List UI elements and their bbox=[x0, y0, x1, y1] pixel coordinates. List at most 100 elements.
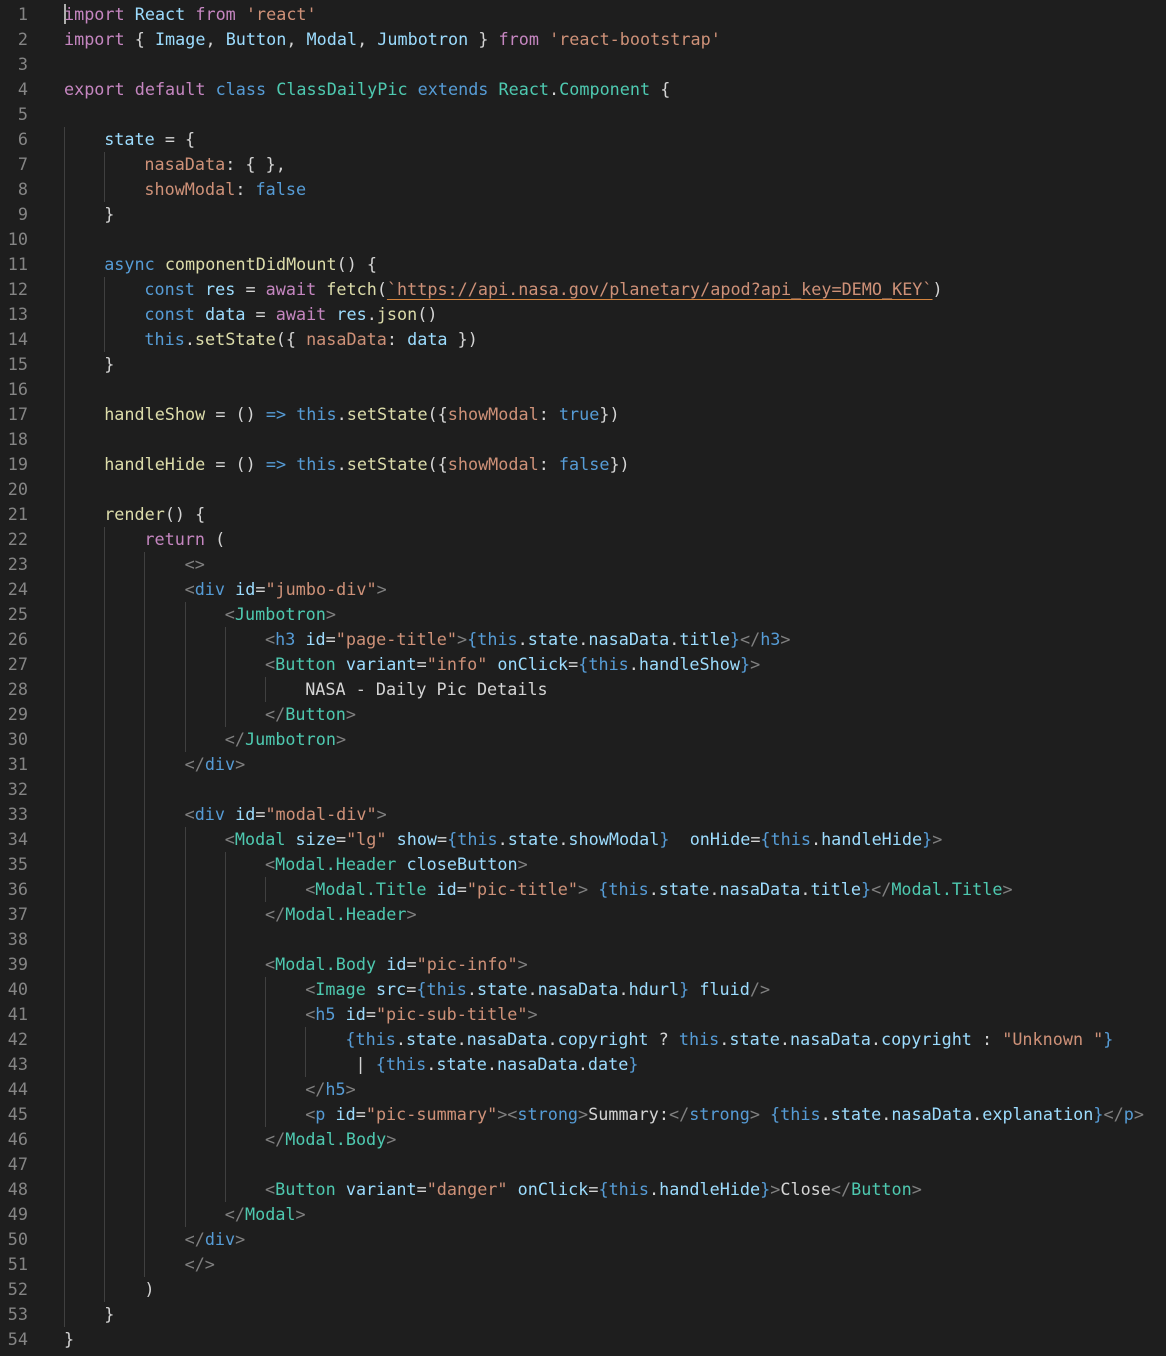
code-token: id bbox=[436, 879, 457, 899]
code-token: size bbox=[295, 829, 336, 849]
code-token: nasaData bbox=[891, 1104, 973, 1124]
code-line[interactable]: 41 <h5 id="pic-sub-title"> bbox=[0, 1002, 1166, 1027]
line-number: 26 bbox=[7, 629, 28, 649]
code-line[interactable]: 45 <p id="pic-summary"><strong>Summary:</… bbox=[0, 1102, 1166, 1127]
code-line[interactable]: 18 bbox=[0, 427, 1166, 452]
code-line[interactable]: 9} bbox=[0, 202, 1166, 227]
code-line[interactable]: 32 bbox=[0, 777, 1166, 802]
code-token: showModal bbox=[447, 404, 539, 424]
code-text: <Jumbotron> bbox=[225, 602, 336, 627]
code-line[interactable]: 38 bbox=[0, 927, 1166, 952]
code-line[interactable]: 22 return ( bbox=[0, 527, 1166, 552]
code-line[interactable]: 24 <div id="jumbo-div"> bbox=[0, 577, 1166, 602]
code-line[interactable]: 1 import React from 'react' bbox=[0, 2, 1166, 27]
code-line[interactable]: 6 state = { bbox=[0, 127, 1166, 152]
code-token: state bbox=[830, 1104, 882, 1124]
code-line[interactable]: 23 <> bbox=[0, 552, 1166, 577]
code-line[interactable]: 29 </Button> bbox=[0, 702, 1166, 727]
code-line[interactable]: 10 bbox=[0, 227, 1166, 252]
code-line[interactable]: 5 bbox=[0, 102, 1166, 127]
code-line[interactable]: 54} bbox=[0, 1327, 1166, 1352]
code-line[interactable]: 48 <Button variant="danger" onClick={this… bbox=[0, 1177, 1166, 1202]
code-token: await bbox=[275, 304, 327, 324]
code-line[interactable]: 15} bbox=[0, 352, 1166, 377]
code-token: this bbox=[588, 654, 629, 674]
code-line[interactable]: 35 <Modal.Header closeButton> bbox=[0, 852, 1166, 877]
code-token: = bbox=[325, 629, 336, 649]
code-line[interactable]: 4 export default class ClassDailyPic exte… bbox=[0, 77, 1166, 102]
code-token: . bbox=[719, 1029, 730, 1049]
code-token: h5 bbox=[325, 1079, 346, 1099]
code-token: > bbox=[345, 1079, 356, 1099]
code-token: src bbox=[375, 979, 407, 999]
code-token: < bbox=[184, 579, 195, 599]
line-number: 10 bbox=[7, 229, 28, 249]
code-line[interactable]: 43 | {this.state.nasaData.date} bbox=[0, 1052, 1166, 1077]
code-line[interactable]: 11 async componentDidMount() { bbox=[0, 252, 1166, 277]
code-line[interactable]: 37 </Modal.Header> bbox=[0, 902, 1166, 927]
code-line[interactable]: 19 handleHide = () => this.setState({show… bbox=[0, 452, 1166, 477]
code-line[interactable]: 16 bbox=[0, 377, 1166, 402]
code-token: . bbox=[870, 1029, 881, 1049]
code-token: . bbox=[800, 879, 811, 899]
code-line[interactable]: 49 </Modal> bbox=[0, 1202, 1166, 1227]
code-line[interactable]: 53} bbox=[0, 1302, 1166, 1327]
code-line[interactable]: 50 </div> bbox=[0, 1227, 1166, 1252]
code-line[interactable]: 12 const res = await fetch(`https://api.n… bbox=[0, 277, 1166, 302]
code-token: "pic-summary" bbox=[365, 1104, 498, 1124]
code-line[interactable]: 36 <Modal.Title id="pic-title"> {this.sta… bbox=[0, 877, 1166, 902]
code-token: id bbox=[305, 629, 326, 649]
code-line[interactable]: 20 bbox=[0, 477, 1166, 502]
code-line[interactable]: 2 import { Image, Button, Modal, Jumbotro… bbox=[0, 27, 1166, 52]
code-token: nasaData bbox=[496, 1054, 578, 1074]
code-line[interactable]: 17 handleShow = () => this.setState({show… bbox=[0, 402, 1166, 427]
code-line[interactable]: 25 <Jumbotron> bbox=[0, 602, 1166, 627]
code-token: componentDidMount bbox=[164, 254, 337, 274]
code-line[interactable]: 14 this.setState({ nasaData: data }) bbox=[0, 327, 1166, 352]
code-line[interactable]: 28 NASA - Daily Pic Details bbox=[0, 677, 1166, 702]
code-line[interactable]: 51 </> bbox=[0, 1252, 1166, 1277]
code-token: } bbox=[104, 354, 115, 374]
code-token: { bbox=[375, 1054, 386, 1074]
code-editor[interactable]: 1 import React from 'react' 2 import { Imag… bbox=[0, 0, 1166, 1356]
code-token: state bbox=[406, 1029, 457, 1049]
code-line[interactable]: 40 <Image src={this.state.nasaData.hdurl}… bbox=[0, 977, 1166, 1002]
code-line[interactable]: 31 </div> bbox=[0, 752, 1166, 777]
line-number: 27 bbox=[7, 654, 28, 674]
code-token: </ bbox=[739, 629, 761, 649]
code-line[interactable]: 44 </h5> bbox=[0, 1077, 1166, 1102]
code-line[interactable]: 52) bbox=[0, 1277, 1166, 1302]
code-token: div bbox=[194, 579, 226, 599]
code-token: . bbox=[336, 454, 347, 474]
code-token: this bbox=[385, 1054, 427, 1074]
code-token: Modal.Title bbox=[891, 879, 1003, 899]
line-number: 12 bbox=[7, 279, 28, 299]
code-line[interactable]: 13 const data = await res.json() bbox=[0, 302, 1166, 327]
code-line[interactable]: 21 render() { bbox=[0, 502, 1166, 527]
code-line[interactable]: 33 <div id="modal-div"> bbox=[0, 802, 1166, 827]
code-token: . bbox=[578, 629, 589, 649]
code-text: <Image src={this.state.nasaData.hdurl} f… bbox=[305, 977, 770, 1002]
code-line[interactable]: 27 <Button variant="info" onClick={this.h… bbox=[0, 652, 1166, 677]
code-line[interactable]: 7 nasaData: { }, bbox=[0, 152, 1166, 177]
line-number: 49 bbox=[7, 1204, 28, 1224]
code-line[interactable]: 26 <h3 id="page-title">{this.state.nasaDa… bbox=[0, 627, 1166, 652]
code-line[interactable]: 3 bbox=[0, 52, 1166, 77]
line-number: 13 bbox=[7, 304, 28, 324]
code-token: from bbox=[195, 4, 236, 24]
code-line[interactable]: 30 </Jumbotron> bbox=[0, 727, 1166, 752]
code-token: nasaData bbox=[790, 1029, 871, 1049]
line-number: 51 bbox=[7, 1254, 28, 1274]
code-line[interactable]: 47 bbox=[0, 1152, 1166, 1177]
code-token: { bbox=[650, 79, 671, 99]
code-line[interactable]: 8 showModal: false bbox=[0, 177, 1166, 202]
code-line[interactable]: 46 </Modal.Body> bbox=[0, 1127, 1166, 1152]
line-number: 7 bbox=[17, 154, 28, 174]
code-line[interactable]: 34 <Modal size="lg" show={this.state.show… bbox=[0, 827, 1166, 852]
code-text: </Modal.Header> bbox=[265, 902, 417, 927]
code-line[interactable]: 42 {this.state.nasaData.copyright ? this.… bbox=[0, 1027, 1166, 1052]
code-line[interactable]: 39 <Modal.Body id="pic-info"> bbox=[0, 952, 1166, 977]
